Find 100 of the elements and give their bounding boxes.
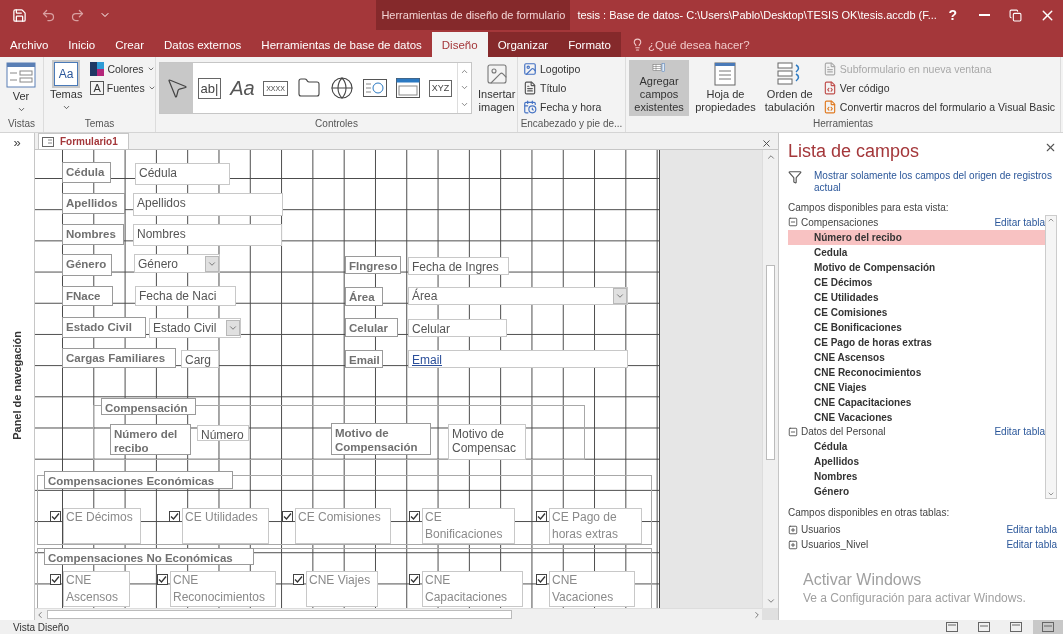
checkbox[interactable] xyxy=(50,574,61,585)
ribbon-tab[interactable]: Herramientas de base de datos xyxy=(251,32,432,57)
tools-button[interactable]: Convertir macros del formulario a Visual Basic xyxy=(820,98,1057,116)
help-button[interactable]: ? xyxy=(936,0,969,30)
scroll-up-icon[interactable] xyxy=(1047,216,1055,224)
themes-button[interactable]: Aa Temas xyxy=(47,60,86,116)
field-item[interactable]: CE Pago de horas extras xyxy=(788,334,1045,350)
navigation-pane-label[interactable]: Panel de navegación xyxy=(11,331,23,440)
field-item[interactable]: Número del recibo xyxy=(788,229,1045,245)
ribbon-tab[interactable]: Crear xyxy=(105,32,154,57)
field-item[interactable]: CNE Ascensos xyxy=(788,349,1045,365)
text-box[interactable]: Motivo de Compensac xyxy=(448,424,526,460)
scroll-down-icon[interactable] xyxy=(765,596,776,606)
text-box[interactable]: Apellidos xyxy=(133,193,283,216)
dropdown-button[interactable] xyxy=(205,255,219,272)
text-box[interactable]: Carg xyxy=(181,350,219,368)
control-tool[interactable]: XYZ xyxy=(424,63,457,113)
fonts-button[interactable]: A Fuentes xyxy=(88,79,158,97)
checkbox[interactable] xyxy=(409,511,420,522)
tell-me-field[interactable]: ¿Qué desea hacer? xyxy=(620,32,750,57)
text-box[interactable]: Fecha de Ingres xyxy=(408,257,509,275)
field-item[interactable]: CNE Reconocimientos xyxy=(788,364,1045,380)
field-item[interactable]: Cedula xyxy=(788,244,1045,260)
checkbox[interactable] xyxy=(293,574,304,585)
redo-icon[interactable] xyxy=(70,7,85,23)
ribbon-tab[interactable]: Inicio xyxy=(58,32,106,57)
expand-icon xyxy=(788,539,798,550)
field-item[interactable]: CE Comisiones xyxy=(788,304,1045,320)
group-tool-glyph: XYZ xyxy=(428,79,453,97)
table-node[interactable]: Usuarios_Nivel xyxy=(788,539,869,550)
view-button[interactable]: Ver xyxy=(3,60,39,116)
edit-table-link[interactable]: Editar tabla xyxy=(1006,524,1057,535)
combo-box[interactable]: Género xyxy=(134,254,220,273)
field-item[interactable]: CNE Vacaciones xyxy=(788,409,1045,425)
ribbon-tab[interactable]: Diseño xyxy=(431,32,488,57)
undo-icon[interactable] xyxy=(41,7,56,23)
edit-table-link[interactable]: Editar tabla xyxy=(994,216,1045,228)
control-tool[interactable]: Aa xyxy=(226,63,259,113)
document-tab[interactable]: Formulario1 xyxy=(38,133,129,149)
add-existing-fields-button[interactable]: Agregar campos existentes xyxy=(629,60,690,116)
edit-table-link[interactable]: Editar tabla xyxy=(1006,539,1057,550)
field-item[interactable]: Nombres xyxy=(788,469,1045,484)
table-node[interactable]: Usuarios xyxy=(788,524,841,535)
field-item[interactable]: CE Bonificaciones xyxy=(788,319,1045,335)
checkbox[interactable] xyxy=(409,574,420,585)
field-item[interactable]: CNE Capacitaciones xyxy=(788,394,1045,410)
show-only-link[interactable]: Mostrar solamente los campos del origen de registros actual xyxy=(788,170,1057,194)
insert-image-button[interactable]: Insertar imagen xyxy=(475,60,519,116)
scrollbar-thumb[interactable] xyxy=(766,265,775,460)
text-box[interactable]: Celular xyxy=(408,319,507,337)
property-sheet-button[interactable]: Hoja de propiedades xyxy=(692,60,759,116)
field-item[interactable]: CE Décimos xyxy=(788,274,1045,290)
scroll-left-icon[interactable] xyxy=(35,609,45,620)
scroll-right-icon[interactable] xyxy=(752,609,762,620)
control-tool[interactable]: ab| xyxy=(193,63,226,113)
checkbox[interactable] xyxy=(282,511,293,522)
expand-pane-button[interactable]: » xyxy=(13,135,21,150)
scroll-down-icon[interactable] xyxy=(1047,490,1055,498)
group-label: Controles xyxy=(314,118,359,131)
header-footer-button[interactable]: Fecha y hora xyxy=(521,98,604,116)
ribbon-tab[interactable]: Formato xyxy=(558,32,621,57)
combo-box[interactable]: Área xyxy=(408,287,628,305)
hyperlink-text-box[interactable]: Email xyxy=(408,350,628,368)
close-panel-icon[interactable] xyxy=(1044,141,1057,154)
header-footer-button[interactable]: Logotipo xyxy=(521,60,604,78)
save-icon[interactable] xyxy=(12,7,27,23)
checkbox[interactable] xyxy=(50,511,61,522)
list-scrollbar[interactable] xyxy=(1045,215,1057,499)
table-node[interactable]: Compensaciones xyxy=(788,216,879,228)
field-item[interactable]: Género xyxy=(788,484,1045,499)
text-box[interactable]: Cédula xyxy=(135,163,230,185)
checkbox[interactable] xyxy=(169,511,180,522)
view-switch-button[interactable] xyxy=(1033,620,1063,634)
checkbox[interactable] xyxy=(536,574,547,585)
checkbox[interactable] xyxy=(536,511,547,522)
close-document-icon[interactable] xyxy=(761,138,772,149)
ribbon-tab[interactable]: Datos externos xyxy=(154,32,252,57)
tools-button[interactable]: Ver código xyxy=(820,79,1057,97)
edit-table-link[interactable]: Editar tabla xyxy=(994,426,1045,438)
text-box[interactable]: Número xyxy=(197,425,249,441)
navigation-control-icon xyxy=(395,78,420,98)
text-box[interactable]: Nombres xyxy=(133,224,282,246)
checkbox[interactable] xyxy=(157,574,168,585)
combo-box[interactable]: Estado Civil xyxy=(149,318,241,338)
horizontal-scrollbar[interactable] xyxy=(35,608,762,620)
tab-order-button[interactable]: Orden de tabulación xyxy=(761,60,818,116)
control-tool[interactable] xyxy=(160,63,193,113)
ribbon-tab[interactable]: Organizar xyxy=(487,32,559,57)
ribbon-tab[interactable]: Archivo xyxy=(0,32,59,57)
text-box[interactable]: Fecha de Naci xyxy=(135,286,236,306)
colors-button[interactable]: Colores xyxy=(88,60,158,78)
vertical-scrollbar[interactable] xyxy=(762,150,778,608)
scrollbar-thumb[interactable] xyxy=(47,610,512,619)
field-item[interactable]: CE Utilidades xyxy=(788,289,1045,305)
field-item[interactable]: Cédula xyxy=(788,439,1045,454)
field-item[interactable]: Motivo de Compensación xyxy=(788,259,1045,275)
header-footer-button[interactable]: Título xyxy=(521,79,604,97)
field-item[interactable]: Apellidos xyxy=(788,454,1045,469)
field-item[interactable]: CNE Viajes xyxy=(788,379,1045,395)
table-node[interactable]: Datos del Personal xyxy=(788,426,886,438)
